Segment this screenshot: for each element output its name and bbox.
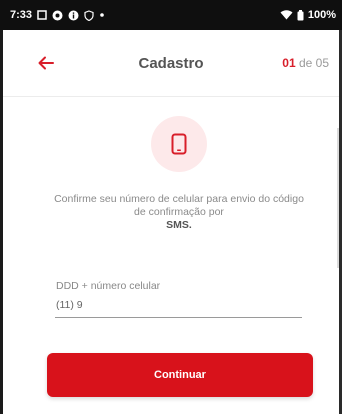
instruction-body: Confirme seu número de celular para envi…	[54, 193, 304, 218]
notification-square-icon	[37, 10, 47, 20]
shield-icon	[84, 9, 94, 21]
battery-icon	[297, 9, 304, 21]
scrollbar[interactable]	[337, 128, 339, 268]
phone-number-input[interactable]	[55, 295, 302, 318]
step-current: 01	[282, 56, 296, 70]
info-icon	[68, 10, 79, 21]
dot-icon	[99, 12, 105, 18]
step-indicator: 01 de 05	[282, 56, 329, 70]
instruction-text: Confirme seu número de celular para envi…	[50, 193, 308, 232]
continue-button[interactable]: Continuar	[47, 353, 313, 397]
status-bar: 7:33 100%	[0, 0, 342, 30]
mobile-phone-icon	[171, 133, 187, 155]
app-header: Cadastro 01 de 05	[3, 30, 339, 96]
instruction-emphasis: SMS.	[166, 219, 192, 231]
step-total: de 05	[295, 56, 329, 70]
phone-illustration	[151, 116, 207, 172]
status-time: 7:33	[10, 9, 33, 21]
phone-field-label: DDD + número celular	[56, 280, 161, 292]
battery-percent: 100%	[307, 9, 336, 21]
record-icon	[52, 10, 63, 21]
header-divider	[3, 96, 339, 97]
wifi-icon	[280, 10, 293, 20]
